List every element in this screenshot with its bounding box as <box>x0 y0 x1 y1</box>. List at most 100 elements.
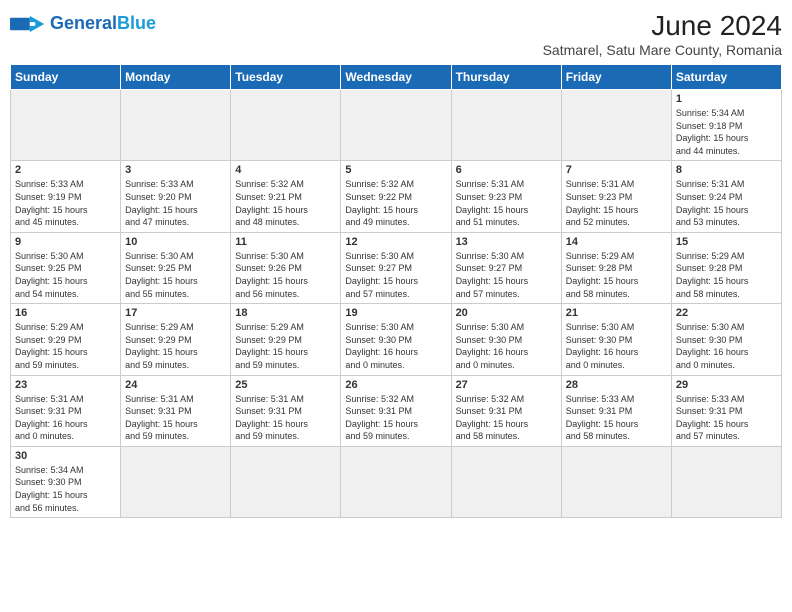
day-number: 16 <box>15 307 116 319</box>
day-info: Sunrise: 5:32 AM Sunset: 9:31 PM Dayligh… <box>456 393 557 443</box>
day-info: Sunrise: 5:30 AM Sunset: 9:27 PM Dayligh… <box>456 250 557 300</box>
header-friday: Friday <box>561 65 671 90</box>
day-number: 18 <box>235 307 336 319</box>
calendar-cell <box>231 90 341 161</box>
calendar-cell: 19Sunrise: 5:30 AM Sunset: 9:30 PM Dayli… <box>341 304 451 375</box>
calendar-cell: 23 Sunrise: 5:31 AM Sunset: 9:31 PM Dayli… <box>11 375 121 446</box>
calendar-cell <box>341 446 451 517</box>
calendar-cell: 14 Sunrise: 5:29 AM Sunset: 9:28 PM Dayli… <box>561 232 671 303</box>
calendar-cell: 16Sunrise: 5:29 AM Sunset: 9:29 PM Dayli… <box>11 304 121 375</box>
day-number: 28 <box>566 379 667 391</box>
day-number: 1 <box>676 93 777 105</box>
calendar-cell <box>121 446 231 517</box>
general-blue-logo-icon <box>10 10 46 38</box>
calendar-cell: 3 Sunrise: 5:33 AM Sunset: 9:20 PM Daylig… <box>121 161 231 232</box>
day-number: 8 <box>676 164 777 176</box>
day-number: 29 <box>676 379 777 391</box>
calendar-cell: 18Sunrise: 5:29 AM Sunset: 9:29 PM Dayli… <box>231 304 341 375</box>
calendar-cell <box>121 90 231 161</box>
title-area: June 2024 Satmarel, Satu Mare County, Ro… <box>543 10 782 58</box>
calendar-cell: 13 Sunrise: 5:30 AM Sunset: 9:27 PM Dayli… <box>451 232 561 303</box>
logo: GeneralBlue <box>10 10 156 38</box>
day-info: Sunrise: 5:31 AM Sunset: 9:23 PM Dayligh… <box>566 178 667 228</box>
calendar-cell: 24Sunrise: 5:31 AM Sunset: 9:31 PM Dayli… <box>121 375 231 446</box>
header-thursday: Thursday <box>451 65 561 90</box>
day-info: Sunrise: 5:34 AM Sunset: 9:18 PM Dayligh… <box>676 107 777 157</box>
calendar-row: 2Sunrise: 5:33 AM Sunset: 9:19 PM Daylig… <box>11 161 782 232</box>
calendar-cell: 27Sunrise: 5:32 AM Sunset: 9:31 PM Dayli… <box>451 375 561 446</box>
calendar-cell <box>451 446 561 517</box>
day-number: 20 <box>456 307 557 319</box>
day-number: 13 <box>456 236 557 248</box>
day-number: 23 <box>15 379 116 391</box>
calendar-row: 1 Sunrise: 5:34 AM Sunset: 9:18 PM Daylig… <box>11 90 782 161</box>
day-number: 10 <box>125 236 226 248</box>
day-number: 22 <box>676 307 777 319</box>
calendar-cell: 17Sunrise: 5:29 AM Sunset: 9:29 PM Dayli… <box>121 304 231 375</box>
calendar-row: 9Sunrise: 5:30 AM Sunset: 9:25 PM Daylig… <box>11 232 782 303</box>
calendar-cell: 15 Sunrise: 5:29 AM Sunset: 9:28 PM Dayli… <box>671 232 781 303</box>
day-number: 6 <box>456 164 557 176</box>
day-info: Sunrise: 5:30 AM Sunset: 9:30 PM Dayligh… <box>566 321 667 371</box>
calendar-cell: 1 Sunrise: 5:34 AM Sunset: 9:18 PM Daylig… <box>671 90 781 161</box>
day-info: Sunrise: 5:33 AM Sunset: 9:20 PM Dayligh… <box>125 178 226 228</box>
day-info: Sunrise: 5:33 AM Sunset: 9:19 PM Dayligh… <box>15 178 116 228</box>
calendar-cell: 9Sunrise: 5:30 AM Sunset: 9:25 PM Daylig… <box>11 232 121 303</box>
header-monday: Monday <box>121 65 231 90</box>
day-number: 4 <box>235 164 336 176</box>
header-wednesday: Wednesday <box>341 65 451 90</box>
day-number: 19 <box>345 307 446 319</box>
day-info: Sunrise: 5:30 AM Sunset: 9:30 PM Dayligh… <box>676 321 777 371</box>
logo-blue: Blue <box>117 13 156 33</box>
calendar-cell <box>671 446 781 517</box>
calendar-table: Sunday Monday Tuesday Wednesday Thursday… <box>10 64 782 518</box>
day-number: 30 <box>15 450 116 462</box>
location-title: Satmarel, Satu Mare County, Romania <box>543 42 782 58</box>
calendar-cell: 7 Sunrise: 5:31 AM Sunset: 9:23 PM Daylig… <box>561 161 671 232</box>
day-number: 15 <box>676 236 777 248</box>
calendar-cell: 2Sunrise: 5:33 AM Sunset: 9:19 PM Daylig… <box>11 161 121 232</box>
day-info: Sunrise: 5:33 AM Sunset: 9:31 PM Dayligh… <box>566 393 667 443</box>
day-info: Sunrise: 5:31 AM Sunset: 9:24 PM Dayligh… <box>676 178 777 228</box>
day-number: 12 <box>345 236 446 248</box>
day-info: Sunrise: 5:31 AM Sunset: 9:23 PM Dayligh… <box>456 178 557 228</box>
calendar-cell: 29 Sunrise: 5:33 AM Sunset: 9:31 PM Dayli… <box>671 375 781 446</box>
day-info: Sunrise: 5:31 AM Sunset: 9:31 PM Dayligh… <box>235 393 336 443</box>
calendar-row: 23 Sunrise: 5:31 AM Sunset: 9:31 PM Dayli… <box>11 375 782 446</box>
calendar-cell <box>451 90 561 161</box>
calendar-cell: 8 Sunrise: 5:31 AM Sunset: 9:24 PM Daylig… <box>671 161 781 232</box>
day-info: Sunrise: 5:29 AM Sunset: 9:29 PM Dayligh… <box>125 321 226 371</box>
calendar-cell: 28 Sunrise: 5:33 AM Sunset: 9:31 PM Dayli… <box>561 375 671 446</box>
day-info: Sunrise: 5:34 AM Sunset: 9:30 PM Dayligh… <box>15 464 116 514</box>
calendar-header-row: Sunday Monday Tuesday Wednesday Thursday… <box>11 65 782 90</box>
calendar-cell: 26Sunrise: 5:32 AM Sunset: 9:31 PM Dayli… <box>341 375 451 446</box>
calendar-cell <box>561 90 671 161</box>
day-info: Sunrise: 5:32 AM Sunset: 9:21 PM Dayligh… <box>235 178 336 228</box>
header-sunday: Sunday <box>11 65 121 90</box>
header-area: GeneralBlue June 2024 Satmarel, Satu Mar… <box>10 10 782 58</box>
day-info: Sunrise: 5:30 AM Sunset: 9:25 PM Dayligh… <box>15 250 116 300</box>
day-number: 7 <box>566 164 667 176</box>
calendar-cell <box>561 446 671 517</box>
day-info: Sunrise: 5:29 AM Sunset: 9:28 PM Dayligh… <box>676 250 777 300</box>
calendar-cell: 5Sunrise: 5:32 AM Sunset: 9:22 PM Daylig… <box>341 161 451 232</box>
calendar-cell <box>231 446 341 517</box>
day-info: Sunrise: 5:30 AM Sunset: 9:25 PM Dayligh… <box>125 250 226 300</box>
calendar-cell: 4 Sunrise: 5:32 AM Sunset: 9:21 PM Daylig… <box>231 161 341 232</box>
day-number: 25 <box>235 379 336 391</box>
calendar-row: 16 Sunrise: 5:29 AM Sunset: 9:29 PM Dayli… <box>11 304 782 375</box>
header-saturday: Saturday <box>671 65 781 90</box>
day-info: Sunrise: 5:29 AM Sunset: 9:28 PM Dayligh… <box>566 250 667 300</box>
day-number: 3 <box>125 164 226 176</box>
calendar-cell <box>11 90 121 161</box>
day-info: Sunrise: 5:30 AM Sunset: 9:26 PM Dayligh… <box>235 250 336 300</box>
calendar-cell: 25 Sunrise: 5:31 AM Sunset: 9:31 PM Dayli… <box>231 375 341 446</box>
day-number: 14 <box>566 236 667 248</box>
calendar-cell: 30 Sunrise: 5:34 AM Sunset: 9:30 PM Dayli… <box>11 446 121 517</box>
calendar-row: 30 Sunrise: 5:34 AM Sunset: 9:30 PM Dayli… <box>11 446 782 517</box>
day-info: Sunrise: 5:31 AM Sunset: 9:31 PM Dayligh… <box>15 393 116 443</box>
day-info: Sunrise: 5:33 AM Sunset: 9:31 PM Dayligh… <box>676 393 777 443</box>
header-tuesday: Tuesday <box>231 65 341 90</box>
calendar-cell: 21Sunrise: 5:30 AM Sunset: 9:30 PM Dayli… <box>561 304 671 375</box>
calendar-cell <box>341 90 451 161</box>
